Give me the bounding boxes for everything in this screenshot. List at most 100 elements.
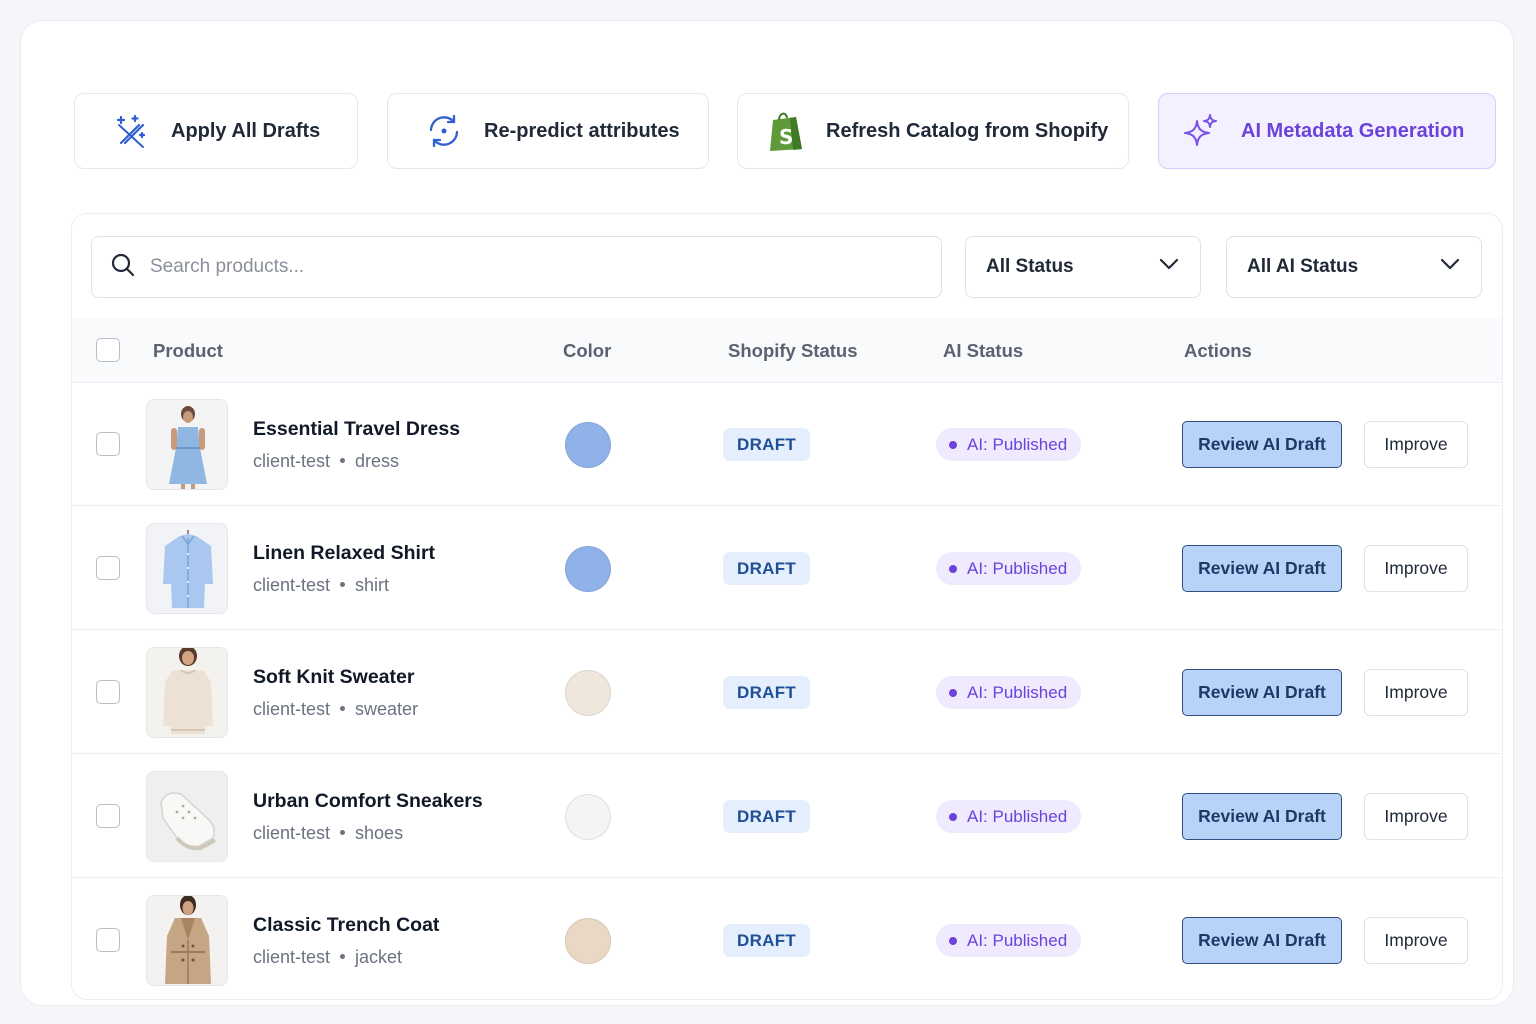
search-icon [110, 252, 136, 283]
ai-status-label: AI: Published [967, 559, 1068, 578]
review-ai-draft-button[interactable]: Review AI Draft [1182, 421, 1342, 468]
toolbar: Apply All Drafts Re-predict attributes S… [74, 93, 1496, 169]
product-type: shoes [355, 823, 404, 843]
ai-status-badge: AI: Published [936, 924, 1082, 957]
product-vendor: client-test [253, 823, 331, 843]
sparkle-icon [1181, 111, 1221, 151]
product-type: sweater [355, 699, 419, 719]
review-ai-draft-button[interactable]: Review AI Draft [1182, 917, 1342, 964]
improve-button[interactable]: Improve [1364, 669, 1468, 716]
apply-all-drafts-button[interactable]: Apply All Drafts [74, 93, 358, 169]
table-row: Linen Relaxed Shirt client-test shirt DRA… [72, 507, 1502, 630]
review-ai-draft-button[interactable]: Review AI Draft [1182, 545, 1342, 592]
refresh-catalog-button[interactable]: S Refresh Catalog from Shopify [737, 93, 1129, 169]
column-header-color: Color [563, 340, 612, 361]
product-thumbnail-coat [146, 895, 228, 986]
product-name[interactable]: Classic Trench Coat [253, 914, 439, 937]
product-type: dress [355, 451, 400, 471]
row-checkbox[interactable] [96, 680, 120, 704]
search-input[interactable] [150, 256, 910, 278]
separator-dot [340, 706, 346, 712]
ai-status-label: AI: Published [967, 435, 1068, 454]
main-card: Apply All Drafts Re-predict attributes S… [20, 20, 1514, 1006]
product-name[interactable]: Essential Travel Dress [253, 418, 460, 441]
product-meta: client-test dress [253, 451, 399, 472]
shopify-status-badge: DRAFT [723, 924, 811, 957]
row-checkbox[interactable] [96, 556, 120, 580]
table-row: Essential Travel Dress client-test dress … [72, 383, 1502, 506]
ai-metadata-generation-button[interactable]: AI Metadata Generation [1158, 93, 1496, 169]
column-header-ai-status: AI Status [943, 340, 1024, 361]
search-box[interactable] [91, 236, 942, 298]
product-thumbnail-shirt [146, 523, 228, 614]
column-header-product: Product [153, 340, 223, 361]
status-dot [949, 688, 957, 697]
product-thumbnail-dress [146, 399, 228, 490]
apply-all-drafts-label: Apply All Drafts [171, 119, 321, 142]
chevron-down-icon [1439, 253, 1461, 281]
status-filter-select[interactable]: All Status [965, 236, 1201, 298]
ai-status-filter-value: All AI Status [1247, 256, 1359, 277]
select-all-checkbox[interactable] [96, 338, 120, 362]
improve-button[interactable]: Improve [1364, 421, 1468, 468]
product-name[interactable]: Linen Relaxed Shirt [253, 542, 435, 565]
shopify-status-badge: DRAFT [723, 800, 811, 833]
repredict-attributes-button[interactable]: Re-predict attributes [387, 93, 709, 169]
product-thumbnail-sweater [146, 647, 228, 738]
review-ai-draft-button[interactable]: Review AI Draft [1182, 793, 1342, 840]
product-type: shirt [355, 575, 390, 595]
table-row: Soft Knit Sweater client-test sweater DRA… [72, 631, 1502, 754]
ai-status-label: AI: Published [967, 931, 1068, 950]
status-dot [949, 936, 957, 945]
product-name[interactable]: Urban Comfort Sneakers [253, 790, 483, 813]
products-panel: All Status All AI Status Product Color S… [71, 213, 1503, 1000]
product-vendor: client-test [253, 451, 331, 471]
chevron-down-icon [1158, 253, 1180, 281]
separator-dot [340, 830, 346, 836]
status-filter-value: All Status [986, 256, 1074, 277]
improve-button[interactable]: Improve [1364, 545, 1468, 592]
color-swatch [565, 794, 611, 840]
shopify-status-badge: DRAFT [723, 676, 811, 709]
improve-button[interactable]: Improve [1364, 917, 1468, 964]
color-swatch [565, 546, 611, 592]
product-vendor: client-test [253, 947, 331, 967]
product-name[interactable]: Soft Knit Sweater [253, 666, 414, 689]
table-row: Urban Comfort Sneakers client-test shoes … [72, 755, 1502, 878]
product-meta: client-test sweater [253, 699, 418, 720]
ai-status-label: AI: Published [967, 807, 1068, 826]
separator-dot [340, 582, 346, 588]
magic-wand-icon [111, 111, 151, 151]
ai-status-badge: AI: Published [936, 552, 1082, 585]
status-dot [949, 564, 957, 573]
ai-status-badge: AI: Published [936, 428, 1082, 461]
table-row: Classic Trench Coat client-test jacket DR… [72, 879, 1502, 999]
shopify-status-badge: DRAFT [723, 428, 811, 461]
product-vendor: client-test [253, 699, 331, 719]
repredict-attributes-label: Re-predict attributes [484, 119, 680, 142]
product-meta: client-test shoes [253, 823, 403, 844]
separator-dot [340, 954, 346, 960]
ai-metadata-generation-label: AI Metadata Generation [1241, 119, 1465, 142]
refresh-cycle-icon [424, 111, 464, 151]
status-dot [949, 440, 957, 449]
product-thumbnail-sneakers [146, 771, 228, 862]
improve-button[interactable]: Improve [1364, 793, 1468, 840]
product-vendor: client-test [253, 575, 331, 595]
ai-status-badge: AI: Published [936, 800, 1082, 833]
shopify-status-badge: DRAFT [723, 552, 811, 585]
ai-status-filter-select[interactable]: All AI Status [1226, 236, 1482, 298]
color-swatch [565, 422, 611, 468]
column-header-actions: Actions [1184, 340, 1252, 361]
product-meta: client-test shirt [253, 575, 389, 596]
column-header-shopify-status: Shopify Status [728, 340, 858, 361]
refresh-catalog-label: Refresh Catalog from Shopify [826, 119, 1109, 142]
row-checkbox[interactable] [96, 928, 120, 952]
ai-status-label: AI: Published [967, 683, 1068, 702]
product-meta: client-test jacket [253, 947, 402, 968]
row-checkbox[interactable] [96, 432, 120, 456]
ai-status-badge: AI: Published [936, 676, 1082, 709]
table-header: Product Color Shopify Status AI Status A… [72, 318, 1502, 383]
row-checkbox[interactable] [96, 804, 120, 828]
review-ai-draft-button[interactable]: Review AI Draft [1182, 669, 1342, 716]
